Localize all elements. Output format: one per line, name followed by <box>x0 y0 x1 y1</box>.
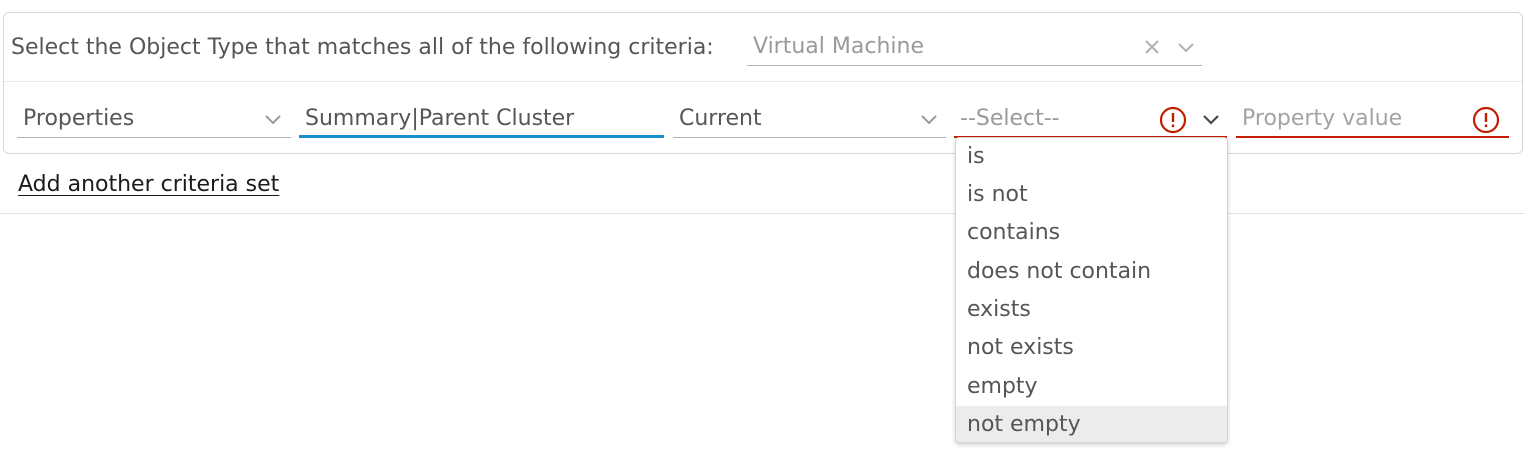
chevron-down-icon[interactable] <box>1177 41 1195 55</box>
row-divider <box>4 81 1522 82</box>
operator-option-is[interactable]: is <box>956 138 1227 176</box>
operator-option-contains[interactable]: contains <box>956 214 1227 252</box>
add-criteria-set-link[interactable]: Add another criteria set <box>18 170 279 200</box>
chevron-down-icon[interactable] <box>920 113 938 127</box>
category-value: Properties <box>23 106 135 131</box>
operator-option-not-empty[interactable]: not empty <box>956 406 1227 442</box>
operator-option-not-exists[interactable]: not exists <box>956 329 1227 367</box>
operator-option-does-not-contain[interactable]: does not contain <box>956 253 1227 291</box>
chevron-down-icon[interactable] <box>264 113 282 127</box>
chevron-down-icon[interactable] <box>1202 113 1220 127</box>
operator-option-is-not[interactable]: is not <box>956 176 1227 214</box>
attribute-value: Summary|Parent Cluster <box>305 106 575 131</box>
section-divider <box>0 213 1525 214</box>
category-select[interactable]: Properties <box>17 100 291 138</box>
instance-select[interactable]: Current <box>673 100 946 138</box>
operator-placeholder: --Select-- <box>960 106 1060 131</box>
exclamation-circle-icon <box>1472 106 1500 134</box>
operator-select[interactable]: --Select-- <box>954 100 1227 138</box>
operator-option-empty[interactable]: empty <box>956 368 1227 406</box>
criteria-label: Select the Object Type that matches all … <box>11 35 714 60</box>
attribute-input[interactable]: Summary|Parent Cluster <box>299 100 664 138</box>
close-icon[interactable] <box>1143 38 1161 56</box>
property-value-input[interactable]: Property value <box>1236 100 1509 138</box>
operator-option-exists[interactable]: exists <box>956 291 1227 329</box>
instance-value: Current <box>679 106 762 131</box>
object-type-value: Virtual Machine <box>753 34 924 59</box>
operator-dropdown-menu: is is not contains does not contain exis… <box>955 137 1228 443</box>
property-value-placeholder: Property value <box>1242 106 1403 131</box>
object-type-combobox[interactable]: Virtual Machine <box>747 28 1202 66</box>
exclamation-circle-icon <box>1159 106 1187 134</box>
